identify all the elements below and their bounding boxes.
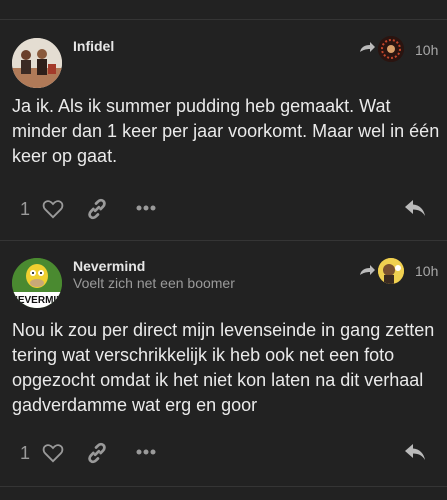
avatar-text: NEVERMIN: [12, 295, 62, 306]
post-divider: [0, 486, 447, 487]
reply-to-arrow-icon[interactable]: [358, 263, 376, 279]
post-divider: [0, 240, 447, 241]
post-divider: [0, 19, 447, 20]
reply-icon[interactable]: [404, 443, 426, 461]
user-title: Voelt zich net een boomer: [73, 275, 235, 291]
heart-icon[interactable]: [42, 199, 64, 219]
like-count[interactable]: 1: [20, 443, 30, 464]
post-body: Nou ik zou per direct mijn levenseinde i…: [12, 320, 435, 415]
like-count[interactable]: 1: [20, 199, 30, 220]
more-dots-icon[interactable]: [136, 205, 156, 211]
post-actions: 1: [0, 195, 447, 225]
more-dots-icon[interactable]: [136, 449, 156, 455]
username[interactable]: Nevermind: [73, 258, 145, 274]
link-icon[interactable]: [86, 198, 108, 220]
username[interactable]: Infidel: [73, 38, 114, 54]
reply-icon[interactable]: [404, 199, 426, 217]
reply-to-avatar[interactable]: [378, 258, 404, 284]
user-avatar[interactable]: [12, 38, 62, 88]
post-body: Ja ik. Als ik summer pudding heb gemaakt…: [12, 96, 440, 166]
user-avatar[interactable]: NEVERMIN: [12, 258, 62, 308]
heart-icon[interactable]: [42, 443, 64, 463]
post-time[interactable]: 10h: [415, 42, 438, 58]
post-time[interactable]: 10h: [415, 263, 438, 279]
reply-to-avatar[interactable]: [378, 36, 404, 62]
post-actions: 1: [0, 439, 447, 469]
link-icon[interactable]: [86, 442, 108, 464]
reply-to-arrow-icon[interactable]: [358, 40, 376, 56]
